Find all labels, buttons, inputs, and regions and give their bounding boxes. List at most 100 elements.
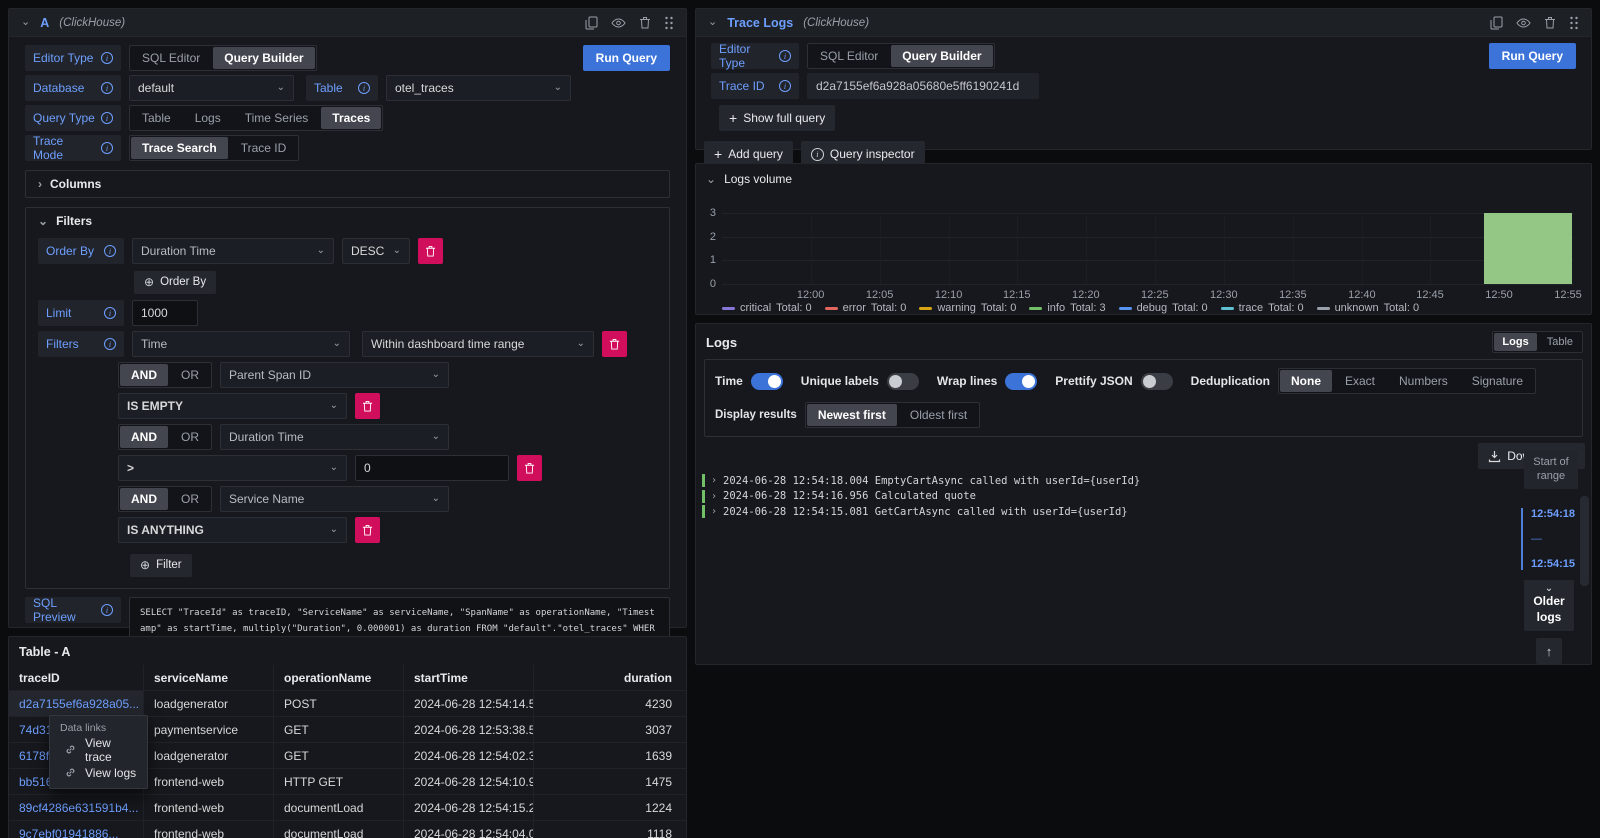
unique-labels-toggle[interactable] bbox=[887, 373, 919, 390]
add-filter-button[interactable]: ⊕Filter bbox=[130, 554, 192, 577]
remove-order-by-button[interactable] bbox=[418, 238, 443, 264]
hide-response-eye-icon[interactable] bbox=[611, 18, 626, 28]
remove-condition-3-button[interactable] bbox=[355, 517, 380, 543]
editor-type-query-builder[interactable]: Query Builder bbox=[213, 47, 314, 69]
info-icon[interactable]: i bbox=[104, 245, 116, 257]
query-type-logs[interactable]: Logs bbox=[184, 107, 232, 129]
view-trace-menu-item[interactable]: View trace bbox=[50, 738, 147, 761]
condition-1-operator-select[interactable]: IS EMPTY⌄ bbox=[118, 393, 347, 419]
info-icon[interactable]: i bbox=[358, 82, 370, 94]
database-select[interactable]: default⌄ bbox=[129, 75, 294, 101]
filter-field-select[interactable]: Time⌄ bbox=[132, 331, 350, 357]
duplicate-query-icon[interactable] bbox=[585, 16, 598, 30]
legend-item-critical[interactable]: criticalTotal: 0 bbox=[722, 302, 812, 314]
scroll-to-top-button[interactable]: ↑ bbox=[1536, 638, 1562, 664]
view-logs-option[interactable]: Logs bbox=[1494, 333, 1536, 351]
editor-type-query-builder[interactable]: Query Builder bbox=[891, 45, 992, 67]
add-order-by-button[interactable]: ⊕Order By bbox=[134, 271, 216, 294]
filters-section-header[interactable]: ⌄ Filters bbox=[26, 208, 669, 234]
dedup-none[interactable]: None bbox=[1280, 370, 1332, 392]
trace-id-input[interactable] bbox=[807, 73, 1039, 99]
collapse-chevron-icon[interactable]: ⌄ bbox=[708, 17, 717, 28]
condition-2-and[interactable]: AND bbox=[120, 426, 168, 448]
log-row[interactable]: ›2024-06-28 12:54:16.956 Calculated quot… bbox=[702, 489, 1491, 505]
trace-mode-trace-search[interactable]: Trace Search bbox=[131, 137, 228, 159]
legend-item-trace[interactable]: traceTotal: 0 bbox=[1221, 302, 1304, 314]
prettify-json-toggle[interactable] bbox=[1141, 373, 1173, 390]
info-icon[interactable]: i bbox=[101, 52, 113, 64]
wrap-lines-toggle[interactable] bbox=[1005, 373, 1037, 390]
dedup-numbers[interactable]: Numbers bbox=[1388, 370, 1459, 392]
drag-handle-icon[interactable] bbox=[664, 16, 674, 30]
condition-3-or[interactable]: OR bbox=[170, 488, 210, 510]
info-logs-bar[interactable] bbox=[1484, 213, 1573, 284]
view-logs-menu-item[interactable]: View logs bbox=[50, 761, 147, 784]
condition-1-or[interactable]: OR bbox=[170, 364, 210, 386]
column-header-operationname[interactable]: operationName bbox=[274, 665, 404, 691]
condition-1-and[interactable]: AND bbox=[120, 364, 168, 386]
table-select[interactable]: otel_traces⌄ bbox=[386, 75, 571, 101]
column-header-servicename[interactable]: serviceName bbox=[144, 665, 274, 691]
legend-item-error[interactable]: errorTotal: 0 bbox=[825, 302, 907, 314]
legend-item-unknown[interactable]: unknownTotal: 0 bbox=[1317, 302, 1420, 314]
logs-volume-chart[interactable]: 12:00 12:05 12:10 12:15 12:20 12:25 12:3… bbox=[722, 213, 1574, 284]
show-full-query-button[interactable]: +Show full query bbox=[719, 105, 835, 131]
condition-2-operator-select[interactable]: >⌄ bbox=[118, 455, 347, 481]
older-logs-button[interactable]: ⌄ Older logs bbox=[1524, 580, 1574, 631]
editor-type-sql-editor[interactable]: SQL Editor bbox=[131, 47, 211, 69]
condition-3-operator-select[interactable]: IS ANYTHING⌄ bbox=[118, 517, 347, 543]
remove-filter-button[interactable] bbox=[602, 331, 627, 357]
drag-handle-icon[interactable] bbox=[1569, 16, 1579, 30]
column-header-starttime[interactable]: startTime bbox=[404, 665, 534, 691]
trace-id-link[interactable]: d2a7155ef6a928a05... bbox=[9, 691, 144, 717]
order-by-direction-select[interactable]: DESC⌄ bbox=[342, 238, 410, 264]
logs-volume-header[interactable]: ⌄ Logs volume bbox=[696, 164, 1591, 186]
delete-query-icon[interactable] bbox=[1544, 16, 1556, 29]
view-table-option[interactable]: Table bbox=[1539, 333, 1581, 351]
trace-id-link[interactable]: 89cf4286e631591b4... bbox=[9, 795, 144, 821]
run-query-button[interactable]: Run Query bbox=[583, 45, 670, 71]
hide-response-eye-icon[interactable] bbox=[1516, 18, 1531, 28]
collapse-chevron-icon[interactable]: ⌄ bbox=[21, 17, 30, 28]
delete-query-icon[interactable] bbox=[639, 16, 651, 29]
run-query-button[interactable]: Run Query bbox=[1489, 43, 1576, 69]
log-row[interactable]: ›2024-06-28 12:54:15.081 GetCartAsync ca… bbox=[702, 504, 1491, 520]
legend-item-debug[interactable]: debugTotal: 0 bbox=[1119, 302, 1208, 314]
legend-item-info[interactable]: infoTotal: 3 bbox=[1029, 302, 1105, 314]
legend-item-warning[interactable]: warningTotal: 0 bbox=[919, 302, 1016, 314]
limit-input[interactable] bbox=[132, 300, 198, 326]
filter-value-select[interactable]: Within dashboard time range⌄ bbox=[362, 331, 594, 357]
trace-mode-trace-id[interactable]: Trace ID bbox=[230, 137, 298, 159]
query-type-traces[interactable]: Traces bbox=[321, 107, 381, 129]
log-range-indicator[interactable]: 12:54:18 — 12:54:15 bbox=[1521, 508, 1575, 570]
info-icon[interactable]: i bbox=[101, 604, 113, 616]
remove-condition-1-button[interactable] bbox=[355, 393, 380, 419]
logs-scrollbar[interactable] bbox=[1580, 496, 1589, 586]
dedup-exact[interactable]: Exact bbox=[1334, 370, 1386, 392]
trace-id-link[interactable]: 9c7ebf01941886... bbox=[9, 821, 144, 838]
column-header-duration[interactable]: duration bbox=[534, 665, 686, 691]
info-icon[interactable]: i bbox=[104, 307, 116, 319]
info-icon[interactable]: i bbox=[779, 50, 791, 62]
condition-2-or[interactable]: OR bbox=[170, 426, 210, 448]
columns-section-header[interactable]: › Columns bbox=[26, 171, 669, 197]
condition-2-value-input[interactable] bbox=[355, 455, 509, 481]
remove-condition-2-button[interactable] bbox=[517, 455, 542, 481]
column-header-traceid[interactable]: traceID bbox=[9, 665, 144, 691]
duplicate-query-icon[interactable] bbox=[1490, 16, 1503, 30]
condition-3-field-select[interactable]: Service Name⌄ bbox=[220, 486, 449, 512]
editor-type-sql-editor[interactable]: SQL Editor bbox=[809, 45, 889, 67]
oldest-first-option[interactable]: Oldest first bbox=[899, 404, 978, 426]
info-icon[interactable]: i bbox=[101, 142, 113, 154]
condition-1-field-select[interactable]: Parent Span ID⌄ bbox=[220, 362, 449, 388]
condition-3-and[interactable]: AND bbox=[120, 488, 168, 510]
query-type-table[interactable]: Table bbox=[131, 107, 182, 129]
info-icon[interactable]: i bbox=[104, 338, 116, 350]
newest-first-option[interactable]: Newest first bbox=[807, 404, 897, 426]
info-icon[interactable]: i bbox=[779, 80, 791, 92]
dedup-signature[interactable]: Signature bbox=[1461, 370, 1534, 392]
query-type-time-series[interactable]: Time Series bbox=[234, 107, 320, 129]
time-toggle[interactable] bbox=[751, 373, 783, 390]
info-icon[interactable]: i bbox=[101, 112, 113, 124]
log-row[interactable]: ›2024-06-28 12:54:18.004 EmptyCartAsync … bbox=[702, 473, 1491, 489]
